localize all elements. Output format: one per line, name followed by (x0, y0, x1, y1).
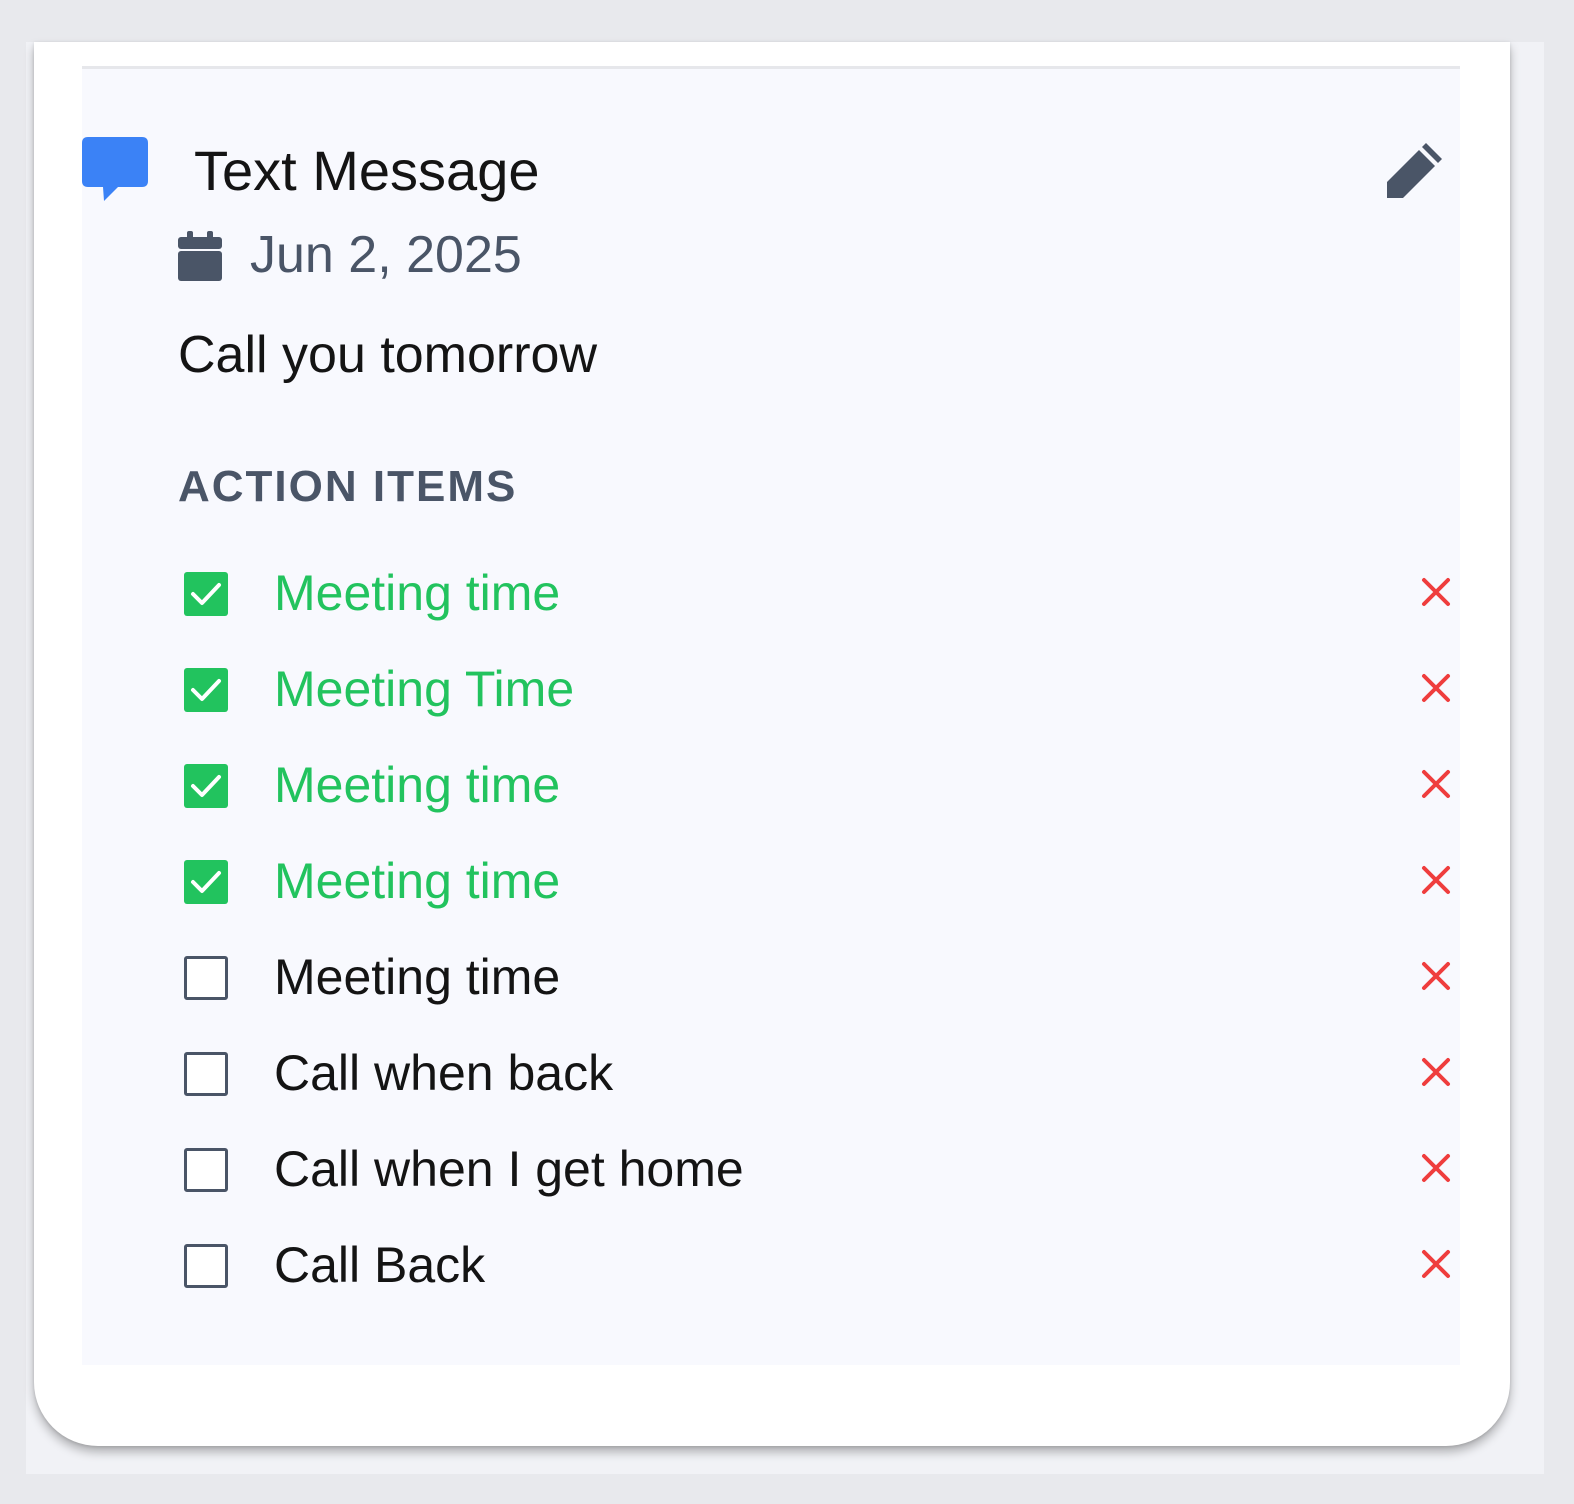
close-icon[interactable] (1418, 766, 1454, 802)
close-icon[interactable] (1418, 862, 1454, 898)
close-icon[interactable] (1418, 1054, 1454, 1090)
checkbox-checked[interactable] (184, 572, 228, 616)
action-item-label: Call when back (274, 1045, 614, 1101)
action-item: Meeting time (178, 555, 1460, 651)
checkbox-unchecked[interactable] (184, 956, 228, 1000)
action-item-label: Meeting time (274, 853, 561, 909)
action-item: Meeting time (178, 939, 1460, 1035)
checkmark-icon (191, 679, 221, 701)
close-icon[interactable] (1418, 1150, 1454, 1186)
checkmark-icon (191, 775, 221, 797)
checkbox-unchecked[interactable] (184, 1052, 228, 1096)
checkbox-checked[interactable] (184, 860, 228, 904)
action-items-heading: ACTION ITEMS (178, 462, 518, 511)
chat-bubble-icon (82, 137, 148, 201)
action-item: Meeting time (178, 843, 1460, 939)
action-item: Call when I get home (178, 1131, 1460, 1227)
action-item-label: Meeting time (274, 949, 561, 1005)
action-item-label: Call when I get home (274, 1141, 744, 1197)
close-icon[interactable] (1418, 670, 1454, 706)
action-item: Call when back (178, 1035, 1460, 1131)
calendar-icon (178, 231, 222, 281)
checkbox-checked[interactable] (184, 764, 228, 808)
close-icon[interactable] (1418, 1246, 1454, 1282)
action-item-label: Meeting Time (274, 661, 575, 717)
entry-message: Call you tomorrow (178, 326, 598, 384)
checkbox-unchecked[interactable] (184, 1148, 228, 1192)
action-item-label: Meeting time (274, 757, 561, 813)
action-items-list: Meeting time Meeting Time Meeting time Meet… (178, 555, 1460, 1323)
action-item-label: Call Back (274, 1237, 486, 1293)
action-item: Call Back (178, 1227, 1460, 1323)
checkbox-unchecked[interactable] (184, 1244, 228, 1288)
checkmark-icon (191, 583, 221, 605)
pencil-icon[interactable] (1386, 139, 1446, 199)
checkbox-checked[interactable] (184, 668, 228, 712)
entry-panel: Text Message Jun 2, 2025 Call you tomorr… (82, 69, 1460, 1365)
entry-date: Jun 2, 2025 (250, 226, 522, 284)
action-item: Meeting time (178, 747, 1460, 843)
entry-card: Text Message Jun 2, 2025 Call you tomorr… (34, 42, 1510, 1446)
action-item: Meeting Time (178, 651, 1460, 747)
checkmark-icon (191, 871, 221, 893)
close-icon[interactable] (1418, 958, 1454, 994)
entry-type-title: Text Message (194, 139, 540, 202)
close-icon[interactable] (1418, 574, 1454, 610)
action-item-label: Meeting time (274, 565, 561, 621)
